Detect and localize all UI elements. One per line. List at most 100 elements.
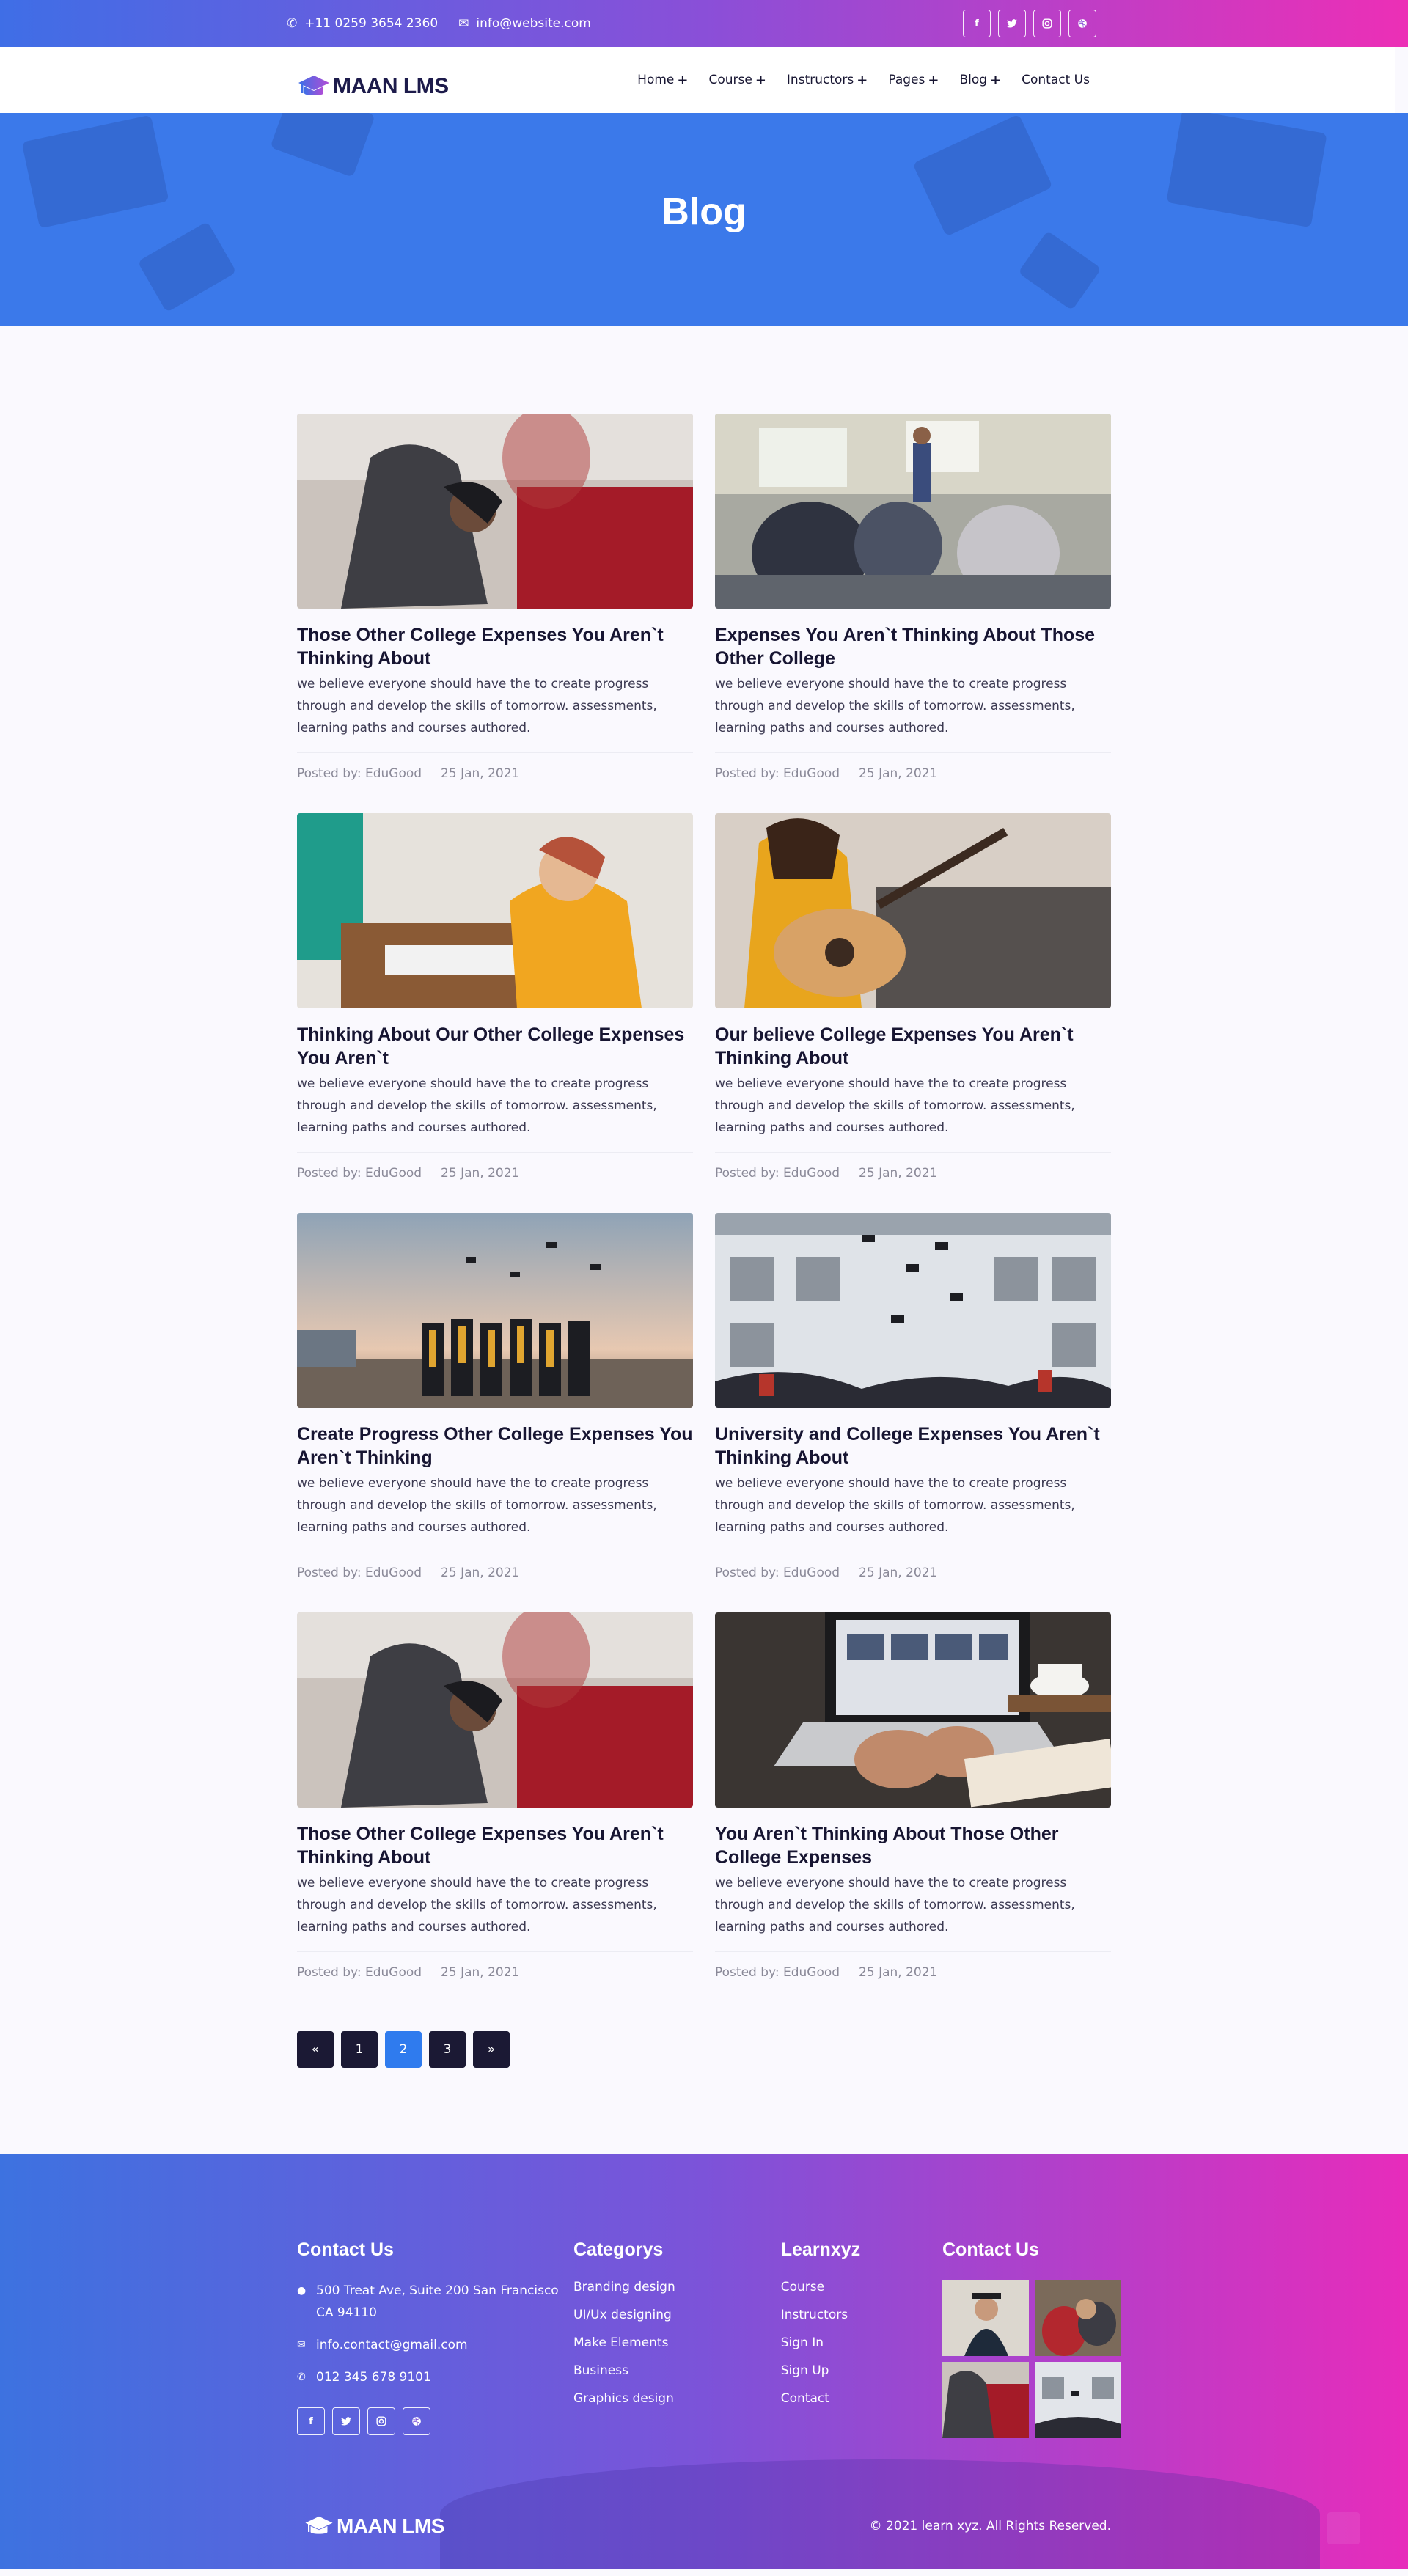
divider [297,752,693,753]
plus-icon: + [928,72,939,88]
divider [715,1152,1111,1153]
nav-item-home[interactable]: Home + [637,73,688,88]
footer-categories: Categorys Branding design UI/Ux designin… [573,2239,781,2438]
post-meta: Posted by: EduGood 25 Jan, 2021 [297,1166,693,1181]
page-button-3[interactable]: 3 [429,2031,466,2068]
post-image-woman-with-guitar[interactable] [715,813,1111,1008]
post-title[interactable]: You Aren`t Thinking About Those Other Co… [715,1822,1111,1869]
footer-link[interactable]: Instructors [781,2308,942,2322]
footer-link[interactable]: Make Elements [573,2335,781,2350]
post-image-woman-at-computer[interactable] [297,813,693,1008]
post-author[interactable]: Posted by: EduGood [297,1965,422,1980]
main-menu: Home + Course + Instructors + Pages + Blog + … [637,73,1090,88]
next-page-button[interactable]: » [473,2031,510,2068]
nav-item-blog[interactable]: Blog + [959,73,1001,88]
blog-card: Those Other College Expenses You Aren`t … [297,1612,693,2012]
plus-icon: + [857,72,868,88]
post-date: 25 Jan, 2021 [441,1566,520,1580]
phone-link[interactable]: ✆ +11 0259 3654 2360 [287,16,438,31]
nav-item-pages[interactable]: Pages + [888,73,939,88]
divider [715,1951,1111,1952]
phone-number: +11 0259 3654 2360 [304,16,439,31]
post-author[interactable]: Posted by: EduGood [715,1566,840,1580]
cap-decoration [1018,230,1101,311]
footer-link[interactable]: Contact [781,2391,942,2406]
post-title[interactable]: Thinking About Our Other College Expense… [297,1023,693,1070]
site-footer: Contact Us ● 500 Treat Ave, Suite 200 Sa… [0,2154,1408,2569]
dribbble-icon[interactable] [403,2407,430,2435]
nav-label: Pages [888,73,925,87]
prev-page-button[interactable]: « [297,2031,334,2068]
post-meta: Posted by: EduGood 25 Jan, 2021 [715,766,1111,781]
post-image-laptop-coffee[interactable] [715,1612,1111,1808]
post-image-caps-thrown-building[interactable] [715,1213,1111,1408]
post-title[interactable]: Expenses You Aren`t Thinking About Those… [715,623,1111,670]
post-excerpt: we believe everyone should have the to c… [297,1476,657,1535]
email-address: info@website.com [476,16,591,31]
gallery-image[interactable] [942,2280,1029,2356]
blog-card: Our believe College Expenses You Aren`t … [715,813,1111,1213]
post-meta: Posted by: EduGood 25 Jan, 2021 [715,1166,1111,1181]
post-image-student-with-pen[interactable] [297,1612,693,1808]
nav-item-instructors[interactable]: Instructors + [787,73,868,88]
divider [297,1152,693,1153]
post-date: 25 Jan, 2021 [441,1965,520,1980]
footer-link[interactable]: Graphics design [573,2391,781,2406]
dribbble-icon[interactable] [1068,10,1096,37]
email-link[interactable]: ✉ info@website.com [458,16,591,31]
post-excerpt: we believe everyone should have the to c… [715,677,1075,735]
footer-link[interactable]: Sign In [781,2335,942,2350]
post-title[interactable]: University and College Expenses You Aren… [715,1423,1111,1469]
post-author[interactable]: Posted by: EduGood [715,1166,840,1181]
post-image-student-with-pen[interactable] [297,414,693,609]
blog-card: You Aren`t Thinking About Those Other Co… [715,1612,1111,2012]
twitter-icon[interactable] [332,2407,360,2435]
footer-heading: Contact Us [942,2239,1039,2260]
post-author[interactable]: Posted by: EduGood [715,766,840,781]
blog-card: Those Other College Expenses You Aren`t … [297,414,693,813]
gallery-image[interactable] [942,2362,1029,2438]
page-button-1[interactable]: 1 [341,2031,378,2068]
post-date: 25 Jan, 2021 [859,1965,938,1980]
twitter-icon[interactable] [998,10,1026,37]
post-title[interactable]: Those Other College Expenses You Aren`t … [297,1822,693,1869]
page-button-2[interactable]: 2 [385,2031,422,2068]
footer-email[interactable]: ✉ info.contact@gmail.com [297,2334,573,2356]
blog-grid: Those Other College Expenses You Aren`t … [297,414,1111,2012]
post-author[interactable]: Posted by: EduGood [297,1166,422,1181]
footer-link[interactable]: UI/Ux designing [573,2308,781,2322]
footer-link[interactable]: Branding design [573,2280,781,2294]
instagram-icon[interactable] [1033,10,1061,37]
site-logo[interactable]: MAAN LMS [298,74,449,99]
footer-link[interactable]: Business [573,2363,781,2378]
post-author[interactable]: Posted by: EduGood [297,766,422,781]
post-excerpt: we believe everyone should have the to c… [297,1076,657,1135]
post-title[interactable]: Those Other College Expenses You Aren`t … [297,623,693,670]
post-meta: Posted by: EduGood 25 Jan, 2021 [715,1965,1111,1980]
facebook-icon[interactable]: f [297,2407,325,2435]
pagination: « 1 2 3 » [297,2031,1111,2068]
footer-phone[interactable]: ✆ 012 345 678 9101 [297,2366,573,2388]
footer-link[interactable]: Sign Up [781,2363,942,2378]
envelope-icon: ✉ [458,16,469,31]
copyright-text: © 2021 learn xyz. All Rights Reserved. [869,2519,1111,2533]
footer-logo[interactable]: MAAN LMS [304,2514,444,2538]
gallery-image[interactable] [1035,2362,1121,2438]
post-title[interactable]: Create Progress Other College Expenses Y… [297,1423,693,1469]
post-image-graduates-sky[interactable] [297,1213,693,1408]
nav-item-contact[interactable]: Contact Us [1022,73,1090,88]
post-meta: Posted by: EduGood 25 Jan, 2021 [297,1965,693,1980]
post-title[interactable]: Our believe College Expenses You Aren`t … [715,1023,1111,1070]
post-author[interactable]: Posted by: EduGood [297,1566,422,1580]
phone-icon: ✆ [297,2371,306,2383]
footer-heading: Contact Us [297,2239,394,2260]
facebook-icon[interactable]: f [963,10,991,37]
post-excerpt: we believe everyone should have the to c… [297,677,657,735]
footer-link[interactable]: Course [781,2280,942,2294]
post-image-classroom[interactable] [715,414,1111,609]
instagram-icon[interactable] [367,2407,395,2435]
gallery-image[interactable] [1035,2280,1121,2356]
post-author[interactable]: Posted by: EduGood [715,1965,840,1980]
post-date: 25 Jan, 2021 [441,766,520,781]
nav-item-course[interactable]: Course + [708,73,766,88]
